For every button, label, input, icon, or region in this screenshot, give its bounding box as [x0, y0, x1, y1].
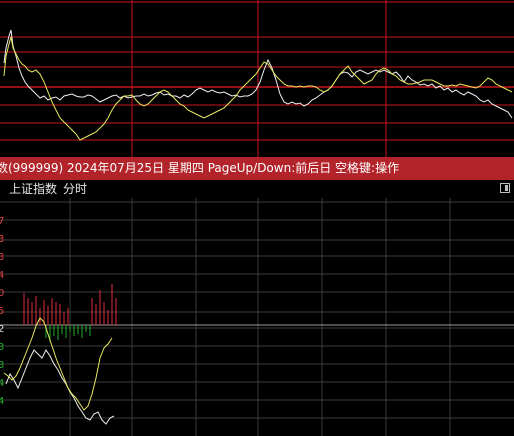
axis-tick-label: 5	[0, 306, 4, 317]
tab-intraday[interactable]: 分时	[63, 180, 87, 198]
chart-tab-bar: 上证指数 分时	[0, 180, 514, 198]
axis-tick-label: 7	[0, 216, 4, 227]
bottom-price-line	[5, 349, 115, 425]
axis-tick-label: 0	[0, 288, 4, 299]
bottom-intraday-chart: 7 3 3 4 0 5 2 3 3 4 4	[0, 198, 514, 436]
axis-tick-label: 4	[0, 396, 4, 407]
status-bar: 数(999999) 2024年07月25日 星期四 PageUp/Down:前后…	[0, 157, 514, 180]
axis-tick-label: 3	[0, 342, 4, 353]
bottom-axis-labels: 7 3 3 4 0 5 2 3 3 4 4	[0, 216, 4, 407]
tab-shanghai-index[interactable]: 上证指数	[9, 180, 57, 198]
top-chart-grid	[0, 0, 514, 157]
axis-tick-label: 2	[0, 324, 4, 335]
axis-tick-label: 4	[0, 270, 4, 281]
status-bar-text: 数(999999) 2024年07月25日 星期四 PageUp/Down:前后…	[0, 161, 400, 175]
axis-tick-label: 3	[0, 234, 4, 245]
axis-tick-label: 4	[0, 378, 4, 389]
axis-tick-label: 3	[0, 252, 4, 263]
expand-icon[interactable]	[500, 183, 510, 193]
top-intraday-chart	[0, 0, 514, 157]
axis-tick-label: 3	[0, 360, 4, 371]
